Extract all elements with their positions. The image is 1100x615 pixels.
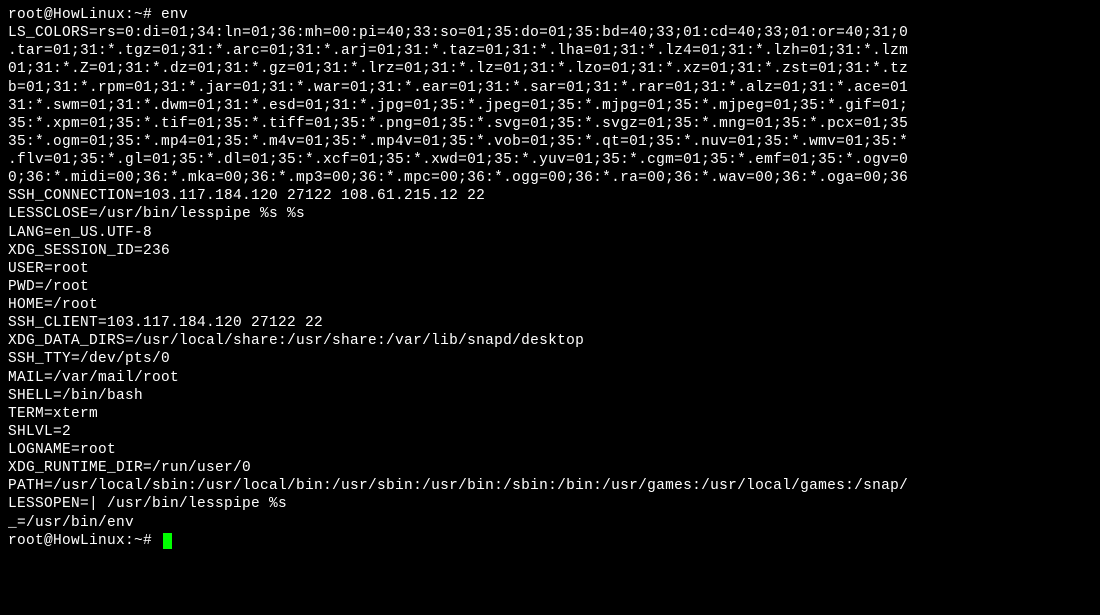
output-line: 01;31:*.Z=01;31:*.dz=01;31:*.gz=01;31:*.… [8, 60, 1092, 78]
output-line: LS_COLORS=rs=0:di=01;34:ln=01;36:mh=00:p… [8, 24, 1092, 42]
output-line: SSH_CONNECTION=103.117.184.120 27122 108… [8, 187, 1092, 205]
entered-command: env [161, 7, 188, 23]
output-line: SHELL=/bin/bash [8, 387, 1092, 405]
terminal-window[interactable]: root@HowLinux:~# env LS_COLORS=rs=0:di=0… [8, 6, 1092, 550]
output-line: 35:*.ogm=01;35:*.mp4=01;35:*.m4v=01;35:*… [8, 133, 1092, 151]
output-line: SSH_TTY=/dev/pts/0 [8, 350, 1092, 368]
output-line: SSH_CLIENT=103.117.184.120 27122 22 [8, 314, 1092, 332]
output-line: PATH=/usr/local/sbin:/usr/local/bin:/usr… [8, 477, 1092, 495]
cursor-icon [163, 533, 172, 549]
output-line: _=/usr/bin/env [8, 514, 1092, 532]
output-line: PWD=/root [8, 278, 1092, 296]
output-line: LESSOPEN=| /usr/bin/lesspipe %s [8, 495, 1092, 513]
output-line: HOME=/root [8, 296, 1092, 314]
output-line: LESSCLOSE=/usr/bin/lesspipe %s %s [8, 205, 1092, 223]
output-line: LOGNAME=root [8, 441, 1092, 459]
output-line: .tar=01;31:*.tgz=01;31:*.arc=01;31:*.arj… [8, 42, 1092, 60]
output-line: LANG=en_US.UTF-8 [8, 224, 1092, 242]
command-prompt-line: root@HowLinux:~# env [8, 6, 1092, 24]
output-line: 35:*.xpm=01;35:*.tif=01;35:*.tiff=01;35:… [8, 115, 1092, 133]
active-prompt-line[interactable]: root@HowLinux:~# [8, 532, 1092, 550]
output-line: b=01;31:*.rpm=01;31:*.jar=01;31:*.war=01… [8, 79, 1092, 97]
output-line: SHLVL=2 [8, 423, 1092, 441]
shell-prompt: root@HowLinux:~# [8, 533, 161, 549]
output-line: MAIL=/var/mail/root [8, 369, 1092, 387]
output-line: .flv=01;35:*.gl=01;35:*.dl=01;35:*.xcf=0… [8, 151, 1092, 169]
output-line: XDG_RUNTIME_DIR=/run/user/0 [8, 459, 1092, 477]
output-line: TERM=xterm [8, 405, 1092, 423]
output-line: 31:*.swm=01;31:*.dwm=01;31:*.esd=01;31:*… [8, 97, 1092, 115]
output-line: XDG_SESSION_ID=236 [8, 242, 1092, 260]
output-line: USER=root [8, 260, 1092, 278]
output-line: 0;36:*.midi=00;36:*.mka=00;36:*.mp3=00;3… [8, 169, 1092, 187]
output-line: XDG_DATA_DIRS=/usr/local/share:/usr/shar… [8, 332, 1092, 350]
shell-prompt: root@HowLinux:~# [8, 7, 161, 23]
